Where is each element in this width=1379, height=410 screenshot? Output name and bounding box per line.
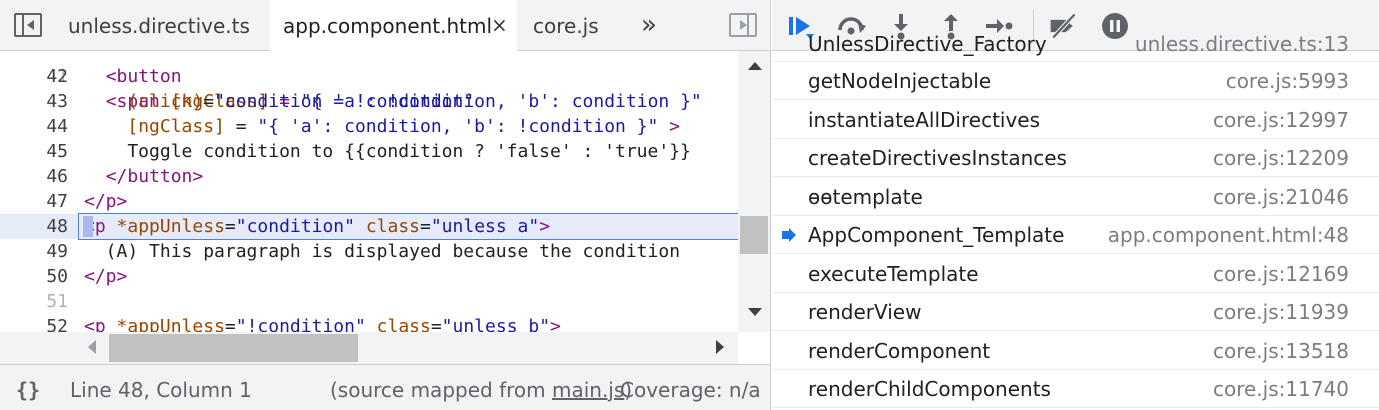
tab-core-js[interactable]: core.js	[533, 0, 599, 51]
call-frame[interactable]: instantiateAllDirectives core.js:12997	[772, 101, 1379, 139]
line-number[interactable]: 47	[0, 189, 68, 214]
code-line[interactable]: 52 <p *appUnless="!condition" class="unle…	[0, 314, 738, 332]
code-text: (A) This paragraph is displayed because …	[84, 241, 681, 262]
call-frame-location[interactable]: core.js:5993	[1226, 62, 1349, 100]
scroll-left-icon[interactable]	[88, 340, 96, 354]
scroll-up-icon[interactable]	[748, 62, 762, 70]
line-number[interactable]: 51	[0, 289, 68, 314]
debugger-pane: UnlessDirective_Factory unless.directive.…	[772, 0, 1379, 410]
call-frame-location[interactable]: core.js:13518	[1213, 332, 1349, 370]
code-line[interactable]: 45 Toggle condition to {{condition ? 'fa…	[0, 139, 738, 164]
call-frame-location[interactable]: app.component.html:48	[1108, 216, 1349, 254]
call-frame-location[interactable]: core.js:12997	[1213, 101, 1349, 139]
horizontal-scrollbar[interactable]	[0, 332, 738, 364]
call-frame[interactable]: AppComponent_Template app.component.html:…	[772, 216, 1379, 254]
call-frame[interactable]: renderComponent core.js:13518	[772, 332, 1379, 370]
close-tab-icon[interactable]: ×	[491, 0, 508, 50]
text-cursor	[83, 216, 93, 237]
call-frame[interactable]: getNodeInjectable core.js:5993	[772, 62, 1379, 100]
line-number[interactable]: 43	[0, 89, 68, 114]
code-line[interactable]: 44 [ngClass] = "{ 'a': condition, 'b': !…	[0, 114, 738, 139]
code-line[interactable]: 49 (A) This paragraph is displayed becau…	[0, 239, 738, 264]
call-frame[interactable]: createDirectivesInstances core.js:12209	[772, 139, 1379, 177]
tab-label: unless.directive.ts	[68, 14, 250, 38]
current-frame-arrow-icon	[782, 228, 796, 242]
code-text: <p *appUnless="!condition" class="unless…	[84, 316, 561, 332]
call-frame[interactable]: UnlessDirective_Factory unless.directive.…	[772, 34, 1379, 62]
tab-unless-directive[interactable]: unless.directive.ts	[68, 0, 250, 51]
source-map-info: (source mapped from main.js)	[330, 365, 632, 410]
call-frame-function: renderView	[808, 300, 922, 324]
code-text: (click)="condition = !condition"	[127, 91, 475, 112]
horizontal-scroll-thumb[interactable]	[109, 334, 358, 362]
call-frame-function: instantiateAllDirectives	[808, 107, 1041, 132]
scroll-right-icon[interactable]	[716, 340, 724, 354]
call-frame-location[interactable]: core.js:21046	[1213, 178, 1349, 216]
code-text: <button	[105, 66, 182, 87]
code-line[interactable]: 51	[0, 289, 738, 314]
call-frame[interactable]: renderChildComponents core.js:11740	[772, 370, 1379, 408]
code-text: Toggle condition to {{condition ? 'false…	[84, 141, 691, 162]
call-stack-list: UnlessDirective_Factory unless.directive.…	[772, 34, 1379, 410]
coverage-status: Coverage: n/a	[620, 378, 761, 402]
call-frame-function: getNodeInjectable	[808, 69, 992, 93]
vertical-scrollbar[interactable]	[738, 51, 770, 332]
call-frame-function: AppComponent_Template	[808, 223, 1065, 247]
pause-on-exceptions-icon[interactable]	[1100, 12, 1130, 40]
call-frame-function: executeTemplate	[808, 261, 979, 286]
code-text: </button>	[105, 166, 204, 187]
code-line-partial: 41 <span [ngClass] = "{ 'a': !condition,…	[0, 51, 738, 112]
line-number[interactable]: 42	[0, 64, 68, 89]
line-number[interactable]: 49	[0, 239, 68, 264]
toggle-navigator-icon[interactable]	[14, 13, 42, 37]
call-frame-location[interactable]: unless.directive.ts:13	[1135, 34, 1349, 54]
call-frame[interactable]: ɵɵtemplate core.js:21046	[772, 178, 1379, 216]
call-frame-function: createDirectivesInstances	[808, 146, 1067, 170]
code-line[interactable]: 50 </p>	[0, 264, 738, 289]
code-text: </p>	[84, 266, 128, 287]
line-number[interactable]: 46	[0, 164, 68, 189]
code-line[interactable]: 46 </button>	[0, 164, 738, 189]
call-frame[interactable]: executeTemplate core.js:12169	[772, 255, 1379, 293]
pretty-print-icon[interactable]: {}	[16, 365, 40, 410]
code-text: </p>	[84, 191, 128, 212]
editor-status-bar: {} Line 48, Column 1 (source mapped from…	[0, 364, 770, 410]
deactivate-breakpoints-icon[interactable]	[1048, 12, 1078, 40]
editor-tab-bar: unless.directive.ts app.component.html ×…	[0, 0, 770, 52]
tab-label: core.js	[533, 14, 599, 38]
code-line[interactable]: 47 </p>	[0, 189, 738, 214]
tab-app-component[interactable]: app.component.html ×	[270, 0, 517, 52]
line-number[interactable]: 48	[0, 214, 68, 239]
code-line[interactable]: 42 <button	[0, 64, 738, 89]
line-number[interactable]: 44	[0, 114, 68, 139]
line-number[interactable]: 45	[0, 139, 68, 164]
vertical-scroll-thumb[interactable]	[740, 216, 768, 254]
call-frame[interactable]: renderView core.js:11939	[772, 293, 1379, 331]
code-text: <p *appUnless="condition" class="unless …	[78, 213, 738, 240]
scroll-down-icon[interactable]	[748, 308, 762, 316]
source-map-link[interactable]: main.js	[552, 378, 624, 402]
code-line[interactable]: 48 <p *appUnless="condition" class="unles…	[0, 213, 738, 240]
call-frame-location[interactable]: core.js:11939	[1213, 293, 1349, 331]
toggle-debugger-icon[interactable]	[729, 13, 757, 37]
call-frame-function: renderComponent	[808, 338, 991, 363]
more-tabs-icon[interactable]: »	[641, 0, 657, 50]
line-number[interactable]: 52	[0, 314, 68, 332]
code-text: [ngClass] = "{ 'a': condition, 'b': !con…	[127, 116, 681, 137]
call-frame-function: renderChildComponents	[808, 377, 1051, 401]
cursor-position: Line 48, Column 1	[70, 378, 252, 402]
code-view[interactable]: 41 <span [ngClass] = "{ 'a': !condition,…	[0, 51, 738, 332]
sources-editor-pane: unless.directive.ts app.component.html ×…	[0, 0, 771, 410]
call-frame-function: UnlessDirective_Factory	[808, 32, 1047, 56]
tab-label: app.component.html	[283, 14, 493, 38]
source-map-prefix: (source mapped from	[330, 378, 552, 402]
code-line[interactable]: 43 (click)="condition = !condition"	[0, 89, 738, 114]
call-frame-function: ɵɵtemplate	[808, 184, 923, 209]
line-number[interactable]: 50	[0, 264, 68, 289]
call-frame-location[interactable]: core.js:12169	[1213, 255, 1349, 293]
call-frame-location[interactable]: core.js:11740	[1213, 370, 1349, 408]
call-frame-location[interactable]: core.js:12209	[1213, 139, 1349, 177]
